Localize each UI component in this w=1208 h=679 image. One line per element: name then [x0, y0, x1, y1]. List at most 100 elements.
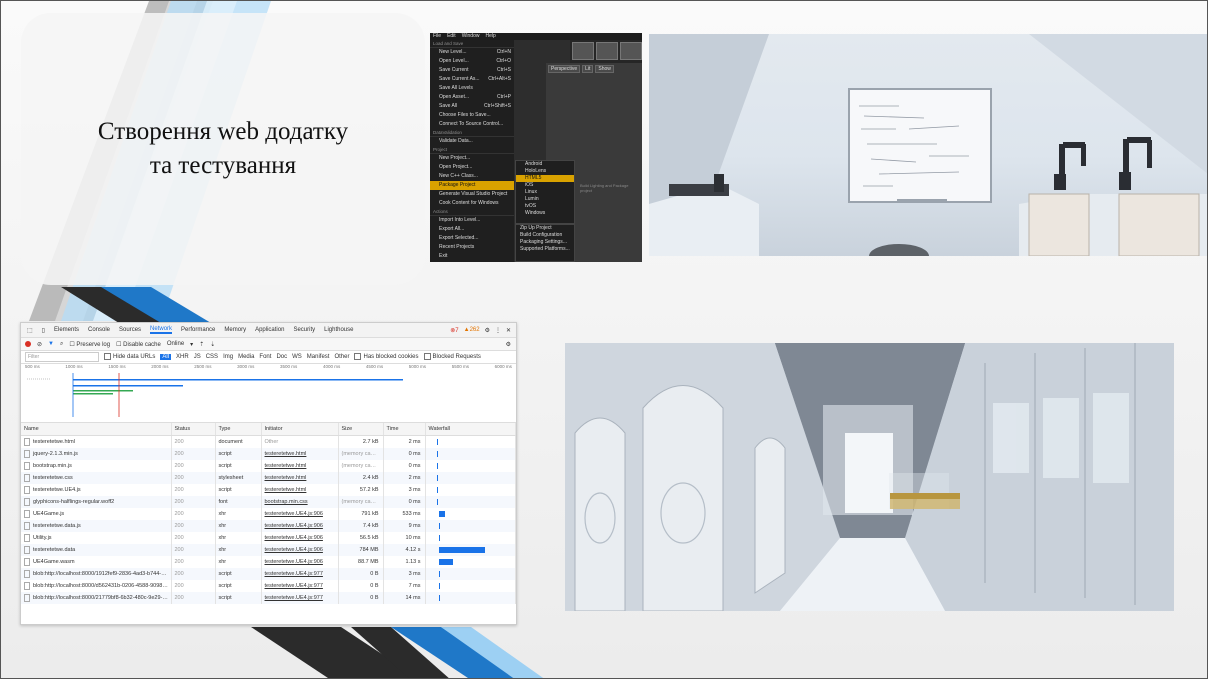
ue-menu-item[interactable]: New C++ Class...: [430, 172, 514, 181]
network-settings-icon[interactable]: ⚙: [506, 341, 516, 348]
request-initiator[interactable]: testeretetwe.html: [261, 448, 339, 460]
filter-type-js[interactable]: JS: [194, 354, 201, 360]
devtools-tab-performance[interactable]: Performance: [181, 327, 215, 333]
request-name[interactable]: UE4Game.wasm: [21, 556, 172, 568]
request-initiator[interactable]: bootstrap.min.css: [261, 496, 339, 508]
request-initiator[interactable]: testeretetwe.UE4.js:977: [261, 580, 339, 592]
ue-menubar-help[interactable]: Help: [485, 33, 495, 40]
filter-type-media[interactable]: Media: [238, 354, 254, 360]
table-row[interactable]: blob:http://localhost:8000/21779bf8-6b32…: [21, 592, 516, 604]
clear-icon[interactable]: ⊘: [37, 341, 42, 348]
request-name[interactable]: testeretetwe.css: [21, 472, 172, 484]
request-name[interactable]: Utility.js: [21, 532, 172, 544]
hide-data-urls-checkbox[interactable]: Hide data URLs: [104, 353, 155, 361]
request-name[interactable]: testeretetwe.html: [21, 435, 172, 448]
upload-icon[interactable]: ⇡: [199, 341, 204, 348]
request-initiator[interactable]: testeretetwe.UE4.js:906: [261, 556, 339, 568]
table-row[interactable]: UE4Game.wasm 200 xhr testeretetwe.UE4.js:90…: [21, 556, 516, 568]
ue-menu-item[interactable]: Save Current As... Ctrl+Alt+S: [430, 75, 514, 84]
ue-menu-item[interactable]: Connect To Source Control...: [430, 120, 514, 129]
ue-menu-item[interactable]: Choose Files to Save...: [430, 111, 514, 120]
request-name[interactable]: testeretetwe.data.js: [21, 520, 172, 532]
search-icon[interactable]: ⌕: [60, 341, 63, 348]
filter-type-other[interactable]: Other: [334, 354, 349, 360]
table-row[interactable]: blob:http://localhost:8000/1912fef9-2836…: [21, 568, 516, 580]
request-initiator[interactable]: testeretetwe.UE4.js:977: [261, 592, 339, 604]
table-row[interactable]: glyphicons-halflings-regular.woff2 200 fon…: [21, 496, 516, 508]
column-header-type[interactable]: Type: [215, 423, 262, 436]
ue-menu-item[interactable]: Open Asset... Ctrl+P: [430, 93, 514, 102]
filter-type-font[interactable]: Font: [259, 354, 271, 360]
devtools-tab-elements[interactable]: Elements: [54, 327, 79, 333]
filter-type-manifest[interactable]: Manifest: [307, 354, 330, 360]
request-name[interactable]: glyphicons-halflings-regular.woff2: [21, 496, 172, 508]
ue-package-platform[interactable]: Windows: [516, 210, 574, 217]
table-row[interactable]: Utility.js 200 xhr testeretetwe.UE4.js:906 5…: [21, 532, 516, 544]
column-header-status[interactable]: Status: [171, 423, 216, 436]
table-row[interactable]: testeretetwe.html 200 document Other 2.7 kB 2…: [21, 435, 516, 448]
table-row[interactable]: blob:http://localhost:8000/d562431b-0206…: [21, 580, 516, 592]
ue-menu-item[interactable]: Save All Ctrl+Shift+S: [430, 102, 514, 111]
ue-menu-item[interactable]: Generate Visual Studio Project: [430, 190, 514, 199]
ue-menubar-file[interactable]: File: [433, 33, 441, 40]
ue-viewport-button[interactable]: Lit: [582, 65, 594, 73]
blocked-cookies-checkbox[interactable]: Has blocked cookies: [354, 353, 419, 361]
ue-menu-item[interactable]: Exit: [430, 252, 514, 261]
ue-package-platform[interactable]: HoloLens: [516, 168, 574, 175]
ue-menubar-window[interactable]: Window: [462, 33, 480, 40]
devtools-tab-application[interactable]: Application: [255, 327, 284, 333]
ue-menubar-edit[interactable]: Edit: [447, 33, 456, 40]
request-initiator[interactable]: testeretetwe.html: [261, 460, 339, 472]
ue-package-option[interactable]: Zip Up Project: [516, 225, 574, 232]
download-icon[interactable]: ⇣: [210, 341, 215, 348]
devtools-tab-sources[interactable]: Sources: [119, 327, 141, 333]
filter-type-doc[interactable]: Doc: [276, 354, 287, 360]
request-name[interactable]: testeretetwe.UE4.js: [21, 484, 172, 496]
ue-package-platform[interactable]: Linux: [516, 189, 574, 196]
column-header-initiator[interactable]: Initiator: [261, 423, 339, 436]
filter-type-ws[interactable]: WS: [292, 354, 302, 360]
ue-menu-item[interactable]: Package Project: [430, 181, 514, 190]
ue-menu-item[interactable]: Validate Data...: [430, 137, 514, 146]
ue-menu-item[interactable]: Import Into Level...: [430, 216, 514, 225]
request-name[interactable]: blob:http://localhost:8000/21779bf8-6b32…: [21, 592, 172, 604]
inspect-icon[interactable]: ⬚: [27, 327, 33, 334]
ue-menu-item[interactable]: Export All...: [430, 225, 514, 234]
request-initiator[interactable]: testeretetwe.UE4.js:906: [261, 520, 339, 532]
settings-gear-icon[interactable]: ⚙: [485, 327, 490, 334]
devtools-tab-memory[interactable]: Memory: [224, 327, 246, 333]
filter-type-img[interactable]: Img: [223, 354, 233, 360]
disable-cache-checkbox[interactable]: ☐ Disable cache: [116, 341, 161, 348]
close-icon[interactable]: ✕: [506, 327, 511, 334]
ue-menu-item[interactable]: Save Current Ctrl+S: [430, 66, 514, 75]
blueprints-icon[interactable]: [596, 42, 618, 60]
preserve-log-checkbox[interactable]: ☐ Preserve log: [69, 341, 110, 348]
ue-package-platform[interactable]: iOS: [516, 182, 574, 189]
devtools-tab-network[interactable]: Network: [150, 326, 173, 334]
ue-menu-item[interactable]: Export Selected...: [430, 234, 514, 243]
request-name[interactable]: jquery-2.1.3.min.js: [21, 448, 172, 460]
request-initiator[interactable]: testeretetwe.html: [261, 484, 339, 496]
ue-package-option[interactable]: Build Configuration: [516, 232, 574, 239]
request-name[interactable]: testeretetwe.data: [21, 544, 172, 556]
table-row[interactable]: testeretetwe.data.js 200 xhr testeretetwe.U…: [21, 520, 516, 532]
filter-type-css[interactable]: CSS: [206, 354, 218, 360]
ue-menu-item[interactable]: Open Project...: [430, 163, 514, 172]
blocked-requests-checkbox[interactable]: Blocked Requests: [423, 353, 481, 361]
table-row[interactable]: jquery-2.1.3.min.js 200 script testeretetwe…: [21, 448, 516, 460]
request-initiator[interactable]: testeretetwe.UE4.js:906: [261, 544, 339, 556]
request-name[interactable]: bootstrap.min.js: [21, 460, 172, 472]
table-row[interactable]: testeretetwe.data 200 xhr testeretetwe.UE4.…: [21, 544, 516, 556]
ue-package-platform[interactable]: tvOS: [516, 203, 574, 210]
build-icon[interactable]: [572, 42, 594, 60]
column-header-name[interactable]: Name: [21, 423, 172, 436]
devtools-tab-console[interactable]: Console: [88, 327, 110, 333]
ue-package-platform[interactable]: HTML5: [516, 175, 574, 182]
request-initiator[interactable]: testeretetwe.UE4.js:906: [261, 508, 339, 520]
ue-package-platform[interactable]: Lumin: [516, 196, 574, 203]
ue-menu-item[interactable]: New Project...: [430, 154, 514, 163]
ue-menu-item[interactable]: Recent Projects: [430, 243, 514, 252]
filter-icon[interactable]: ▼: [48, 341, 54, 347]
request-initiator[interactable]: testeretetwe.UE4.js:977: [261, 568, 339, 580]
chevron-down-icon[interactable]: ▾: [190, 341, 193, 348]
